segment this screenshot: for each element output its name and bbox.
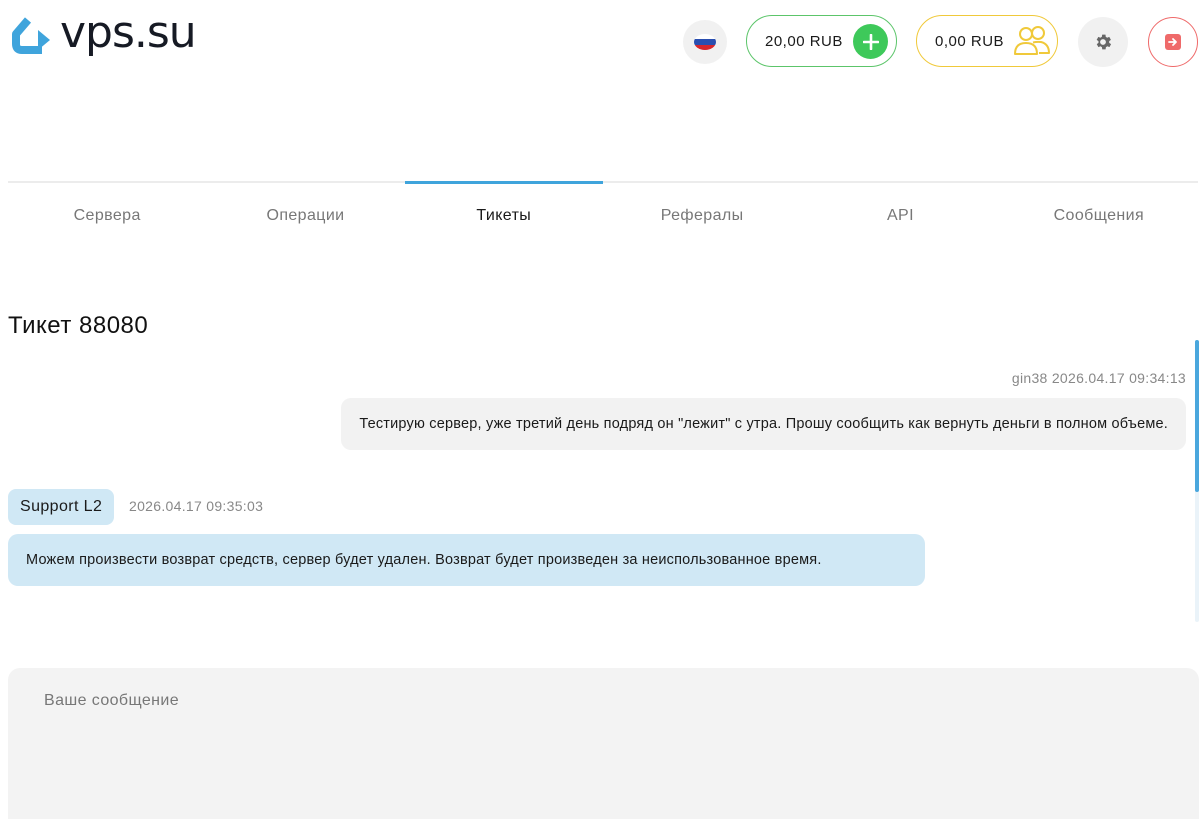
page-title: Тикет 88080 [8,312,149,339]
logo-text: vps.su [60,7,197,58]
balance-amount: 20,00 RUB [765,32,843,50]
messages-scrollbar-thumb[interactable] [1195,340,1199,492]
support-message-text: Можем произвести возврат средств, сервер… [26,552,822,568]
add-funds-button[interactable] [853,24,888,59]
main-tabs: Сервера Операции Тикеты Рефералы API Соо… [8,181,1198,251]
logout-button[interactable] [1148,17,1198,67]
logout-icon [1165,34,1181,50]
user-message-text: Тестирую сервер, уже третий день подряд … [359,416,1168,432]
gear-icon [1096,34,1112,50]
tab-messages[interactable]: Сообщения [1000,181,1198,251]
user-message-meta: gin38 2026.04.17 09:34:13 [1011,370,1186,386]
tab-servers[interactable]: Сервера [8,181,206,251]
balance-pill[interactable]: 20,00 RUB [746,15,897,67]
support-message-timestamp: 2026.04.17 09:35:03 [129,498,264,514]
people-icon [1014,26,1050,55]
referral-balance-amount: 0,00 RUB [935,32,1005,50]
referral-balance-pill[interactable]: 0,00 RUB [916,15,1058,67]
user-message-bubble: Тестирую сервер, уже третий день подряд … [341,398,1186,450]
message-input[interactable] [8,668,1199,819]
language-switcher[interactable] [683,20,727,64]
russia-flag-icon [694,34,716,50]
tab-operations[interactable]: Операции [206,181,404,251]
tab-api[interactable]: API [801,181,999,251]
logo-arrow-icon [12,17,50,54]
messages-scrollbar[interactable] [1195,340,1199,622]
plus-icon [862,33,879,50]
settings-button[interactable] [1078,17,1128,67]
support-author-badge: Support L2 [8,489,115,525]
logo[interactable]: vps.su [8,7,197,60]
tab-tickets[interactable]: Тикеты [404,181,604,251]
support-message-bubble: Можем произвести возврат средств, сервер… [8,534,925,586]
tab-referrals[interactable]: Рефералы [603,181,801,251]
